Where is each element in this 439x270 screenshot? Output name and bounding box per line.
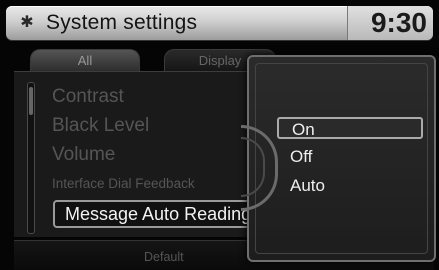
list-item-black-level[interactable]: Black Level: [52, 112, 149, 140]
gear-icon: ✱: [20, 14, 34, 31]
option-off[interactable]: Off: [277, 146, 423, 168]
list-item-contrast[interactable]: Contrast: [52, 83, 124, 111]
option-auto[interactable]: Auto: [277, 175, 423, 197]
clock-time: 9:30: [370, 7, 427, 38]
tab-all[interactable]: All: [30, 49, 140, 72]
clock-panel: 9:30: [347, 6, 433, 40]
list-item-volume[interactable]: Volume: [52, 141, 115, 169]
list-item-interface-dial-feedback[interactable]: Interface Dial Feedback: [52, 170, 195, 198]
options-popup: On Off Auto: [241, 55, 436, 262]
list-item-message-auto-reading[interactable]: Message Auto Reading: [53, 200, 263, 228]
screen: ✱ System settings 9:30 All Display Contr…: [0, 0, 439, 270]
page-title: System settings: [46, 11, 198, 34]
scrollbar[interactable]: [27, 82, 35, 234]
option-on[interactable]: On: [277, 117, 423, 139]
header-bar: ✱ System settings 9:30: [6, 6, 433, 40]
scroll-thumb[interactable]: [29, 87, 33, 115]
default-button[interactable]: Default: [144, 250, 184, 264]
